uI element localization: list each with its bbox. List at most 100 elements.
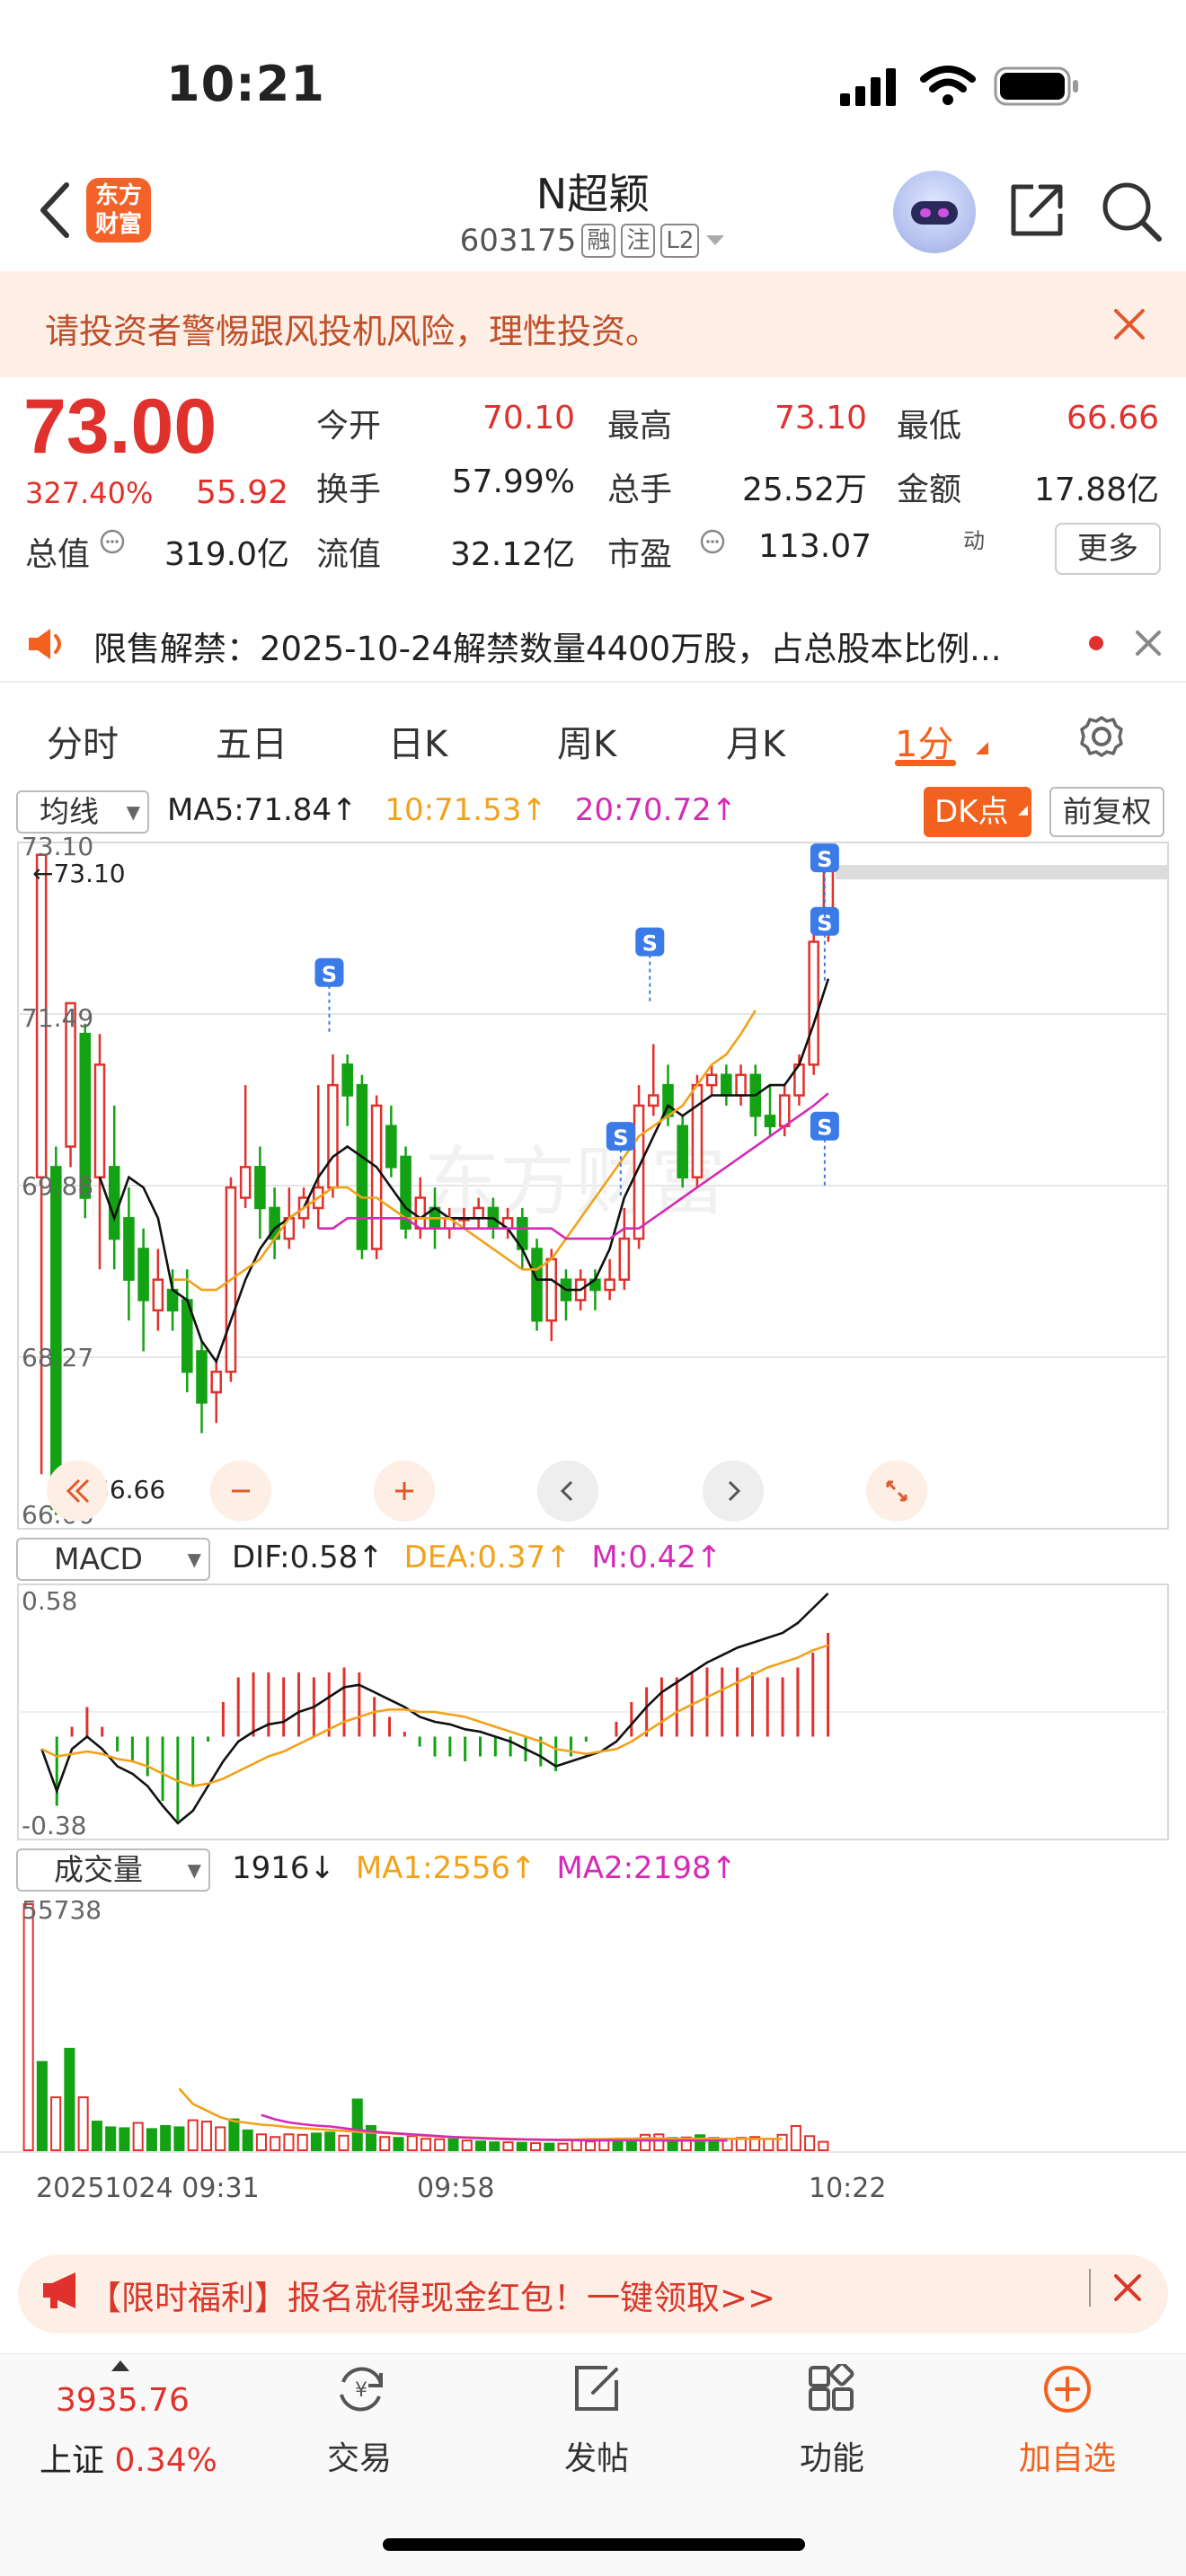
tab-weekly-k[interactable]: 周K bbox=[557, 715, 616, 767]
volume-bar bbox=[489, 2141, 500, 2152]
candle-body bbox=[677, 1125, 688, 1178]
quote-label-low: 最低 bbox=[897, 408, 962, 445]
macd-y-top: 0.58 bbox=[22, 1586, 77, 1616]
close-icon[interactable] bbox=[1109, 304, 1150, 345]
trade-icon[interactable]: ¥ bbox=[334, 2364, 388, 2414]
y-tick-label: 69.88 bbox=[22, 1171, 93, 1201]
candle-body bbox=[618, 1237, 631, 1281]
tab-intraday[interactable]: 分时 bbox=[47, 715, 119, 767]
stock-code-row[interactable]: 603175 融 注 L2 bbox=[395, 223, 791, 259]
candle-body bbox=[210, 1371, 223, 1394]
candle-body bbox=[735, 1073, 747, 1097]
tab-daily-k[interactable]: 日K bbox=[388, 715, 447, 767]
volume-bar bbox=[379, 2136, 391, 2152]
scroll-right-icon[interactable] bbox=[701, 1459, 766, 1523]
candle-body bbox=[123, 1217, 135, 1281]
volume-bar bbox=[365, 2124, 377, 2151]
volume-bar bbox=[64, 2047, 75, 2151]
tab-corner-icon bbox=[976, 742, 988, 754]
promo-text[interactable]: 【限时福利】报名就得现金红包！一键领取>> bbox=[88, 2271, 775, 2319]
stock-code: 603175 bbox=[459, 223, 577, 259]
index-quote[interactable]: 上证 0.34% bbox=[40, 2434, 217, 2481]
pan-start-icon[interactable] bbox=[45, 1459, 110, 1523]
y-tick-label: 71.49 bbox=[22, 1003, 93, 1033]
unread-dot bbox=[1089, 636, 1103, 650]
stock-name: N超颖 bbox=[535, 170, 651, 218]
candle-body bbox=[254, 1166, 266, 1210]
volume-bar bbox=[544, 2142, 555, 2152]
nav-add-watchlist[interactable]: 加自选 bbox=[996, 2432, 1139, 2479]
volume-bar bbox=[160, 2124, 172, 2151]
nav-post[interactable]: 发帖 bbox=[525, 2432, 668, 2479]
candle-body bbox=[356, 1083, 368, 1250]
function-grid-icon[interactable] bbox=[807, 2364, 857, 2414]
quote-value-open: 70.10 bbox=[482, 400, 575, 437]
more-button[interactable]: 更多 bbox=[1055, 523, 1161, 575]
index-value[interactable]: 3935.76 bbox=[56, 2382, 190, 2419]
fullscreen-icon[interactable] bbox=[864, 1459, 929, 1523]
quote-label-total-volume: 总手 bbox=[607, 472, 673, 508]
megaphone-icon bbox=[43, 2272, 75, 2308]
volume-bar bbox=[393, 2137, 404, 2151]
volume-bar bbox=[215, 2126, 226, 2151]
tag-margin: 融 bbox=[581, 224, 616, 258]
index-percent: 0.34% bbox=[114, 2442, 217, 2479]
volume-bar bbox=[200, 2121, 212, 2151]
battery-icon bbox=[994, 66, 1078, 106]
zoom-in-icon[interactable] bbox=[372, 1459, 437, 1523]
share-icon[interactable] bbox=[1006, 180, 1067, 241]
volume-bar bbox=[187, 2119, 199, 2151]
scroll-left-icon[interactable] bbox=[535, 1459, 600, 1523]
volume-bar bbox=[818, 2140, 829, 2151]
candle-body bbox=[414, 1196, 427, 1230]
sell-signal-label: S bbox=[613, 1125, 628, 1151]
back-icon[interactable] bbox=[36, 180, 72, 241]
nav-trade[interactable]: 交易 bbox=[288, 2432, 431, 2479]
candle-body bbox=[691, 1083, 704, 1178]
sell-signal-label: S bbox=[322, 962, 337, 987]
sell-signal-label: S bbox=[642, 931, 658, 957]
close-icon[interactable] bbox=[1134, 629, 1163, 657]
volume-bar bbox=[790, 2124, 801, 2151]
post-edit-icon[interactable] bbox=[571, 2364, 622, 2414]
volume-bar bbox=[242, 2129, 253, 2152]
volume-bar bbox=[571, 2139, 582, 2151]
add-watchlist-icon[interactable] bbox=[1042, 2364, 1093, 2414]
dropdown-icon[interactable] bbox=[704, 234, 726, 248]
nav-function[interactable]: 功能 bbox=[760, 2432, 904, 2479]
risk-warning-text: 请投资者警惕跟风投机风险，理性投资。 bbox=[45, 312, 660, 351]
tag-registered: 注 bbox=[621, 224, 656, 258]
volume-bar bbox=[420, 2138, 432, 2151]
settings-gear-icon[interactable] bbox=[1080, 715, 1123, 758]
dif-line bbox=[40, 1592, 829, 1825]
svg-text:¥: ¥ bbox=[355, 2379, 367, 2402]
quote-value-float-market-cap: 32.12亿 bbox=[449, 536, 575, 573]
volume-bar bbox=[763, 2138, 774, 2151]
tab-monthly-k[interactable]: 月K bbox=[726, 715, 785, 767]
close-icon[interactable] bbox=[1112, 2272, 1143, 2303]
time-axis-label: 20251024 09:31 bbox=[36, 2173, 260, 2201]
sell-signal-label: S bbox=[817, 847, 832, 872]
quote-label-pe-ttm: 市盈 bbox=[607, 536, 673, 573]
quote-value-low: 66.66 bbox=[1066, 400, 1159, 437]
volume-bar bbox=[36, 2060, 48, 2151]
zoom-out-icon[interactable] bbox=[208, 1459, 273, 1523]
candle-body bbox=[705, 1073, 718, 1087]
volume-bar bbox=[77, 2096, 89, 2152]
volume-bar bbox=[461, 2139, 473, 2151]
info-icon[interactable] bbox=[99, 528, 126, 555]
info-icon[interactable] bbox=[699, 528, 726, 555]
tab-five-day[interactable]: 五日 bbox=[216, 715, 288, 767]
candle-body bbox=[604, 1278, 615, 1292]
speaker-icon bbox=[29, 629, 61, 659]
candle-body bbox=[152, 1278, 164, 1312]
volume-chart-frame bbox=[18, 1895, 1168, 2150]
y-tick-label: 73.10 bbox=[22, 832, 93, 861]
candle-body bbox=[778, 1094, 791, 1127]
search-icon[interactable] bbox=[1100, 180, 1163, 243]
pe-dynamic-superscript: 动 bbox=[963, 528, 985, 553]
volume-y-top: 55738 bbox=[22, 1895, 102, 1925]
assistant-avatar[interactable] bbox=[893, 171, 976, 253]
unlock-notice-text[interactable]: 限售解禁：2025-10-24解禁数量4400万股，占总股本比例... bbox=[93, 622, 1001, 670]
quote-value-amount: 17.88亿 bbox=[1033, 472, 1159, 508]
